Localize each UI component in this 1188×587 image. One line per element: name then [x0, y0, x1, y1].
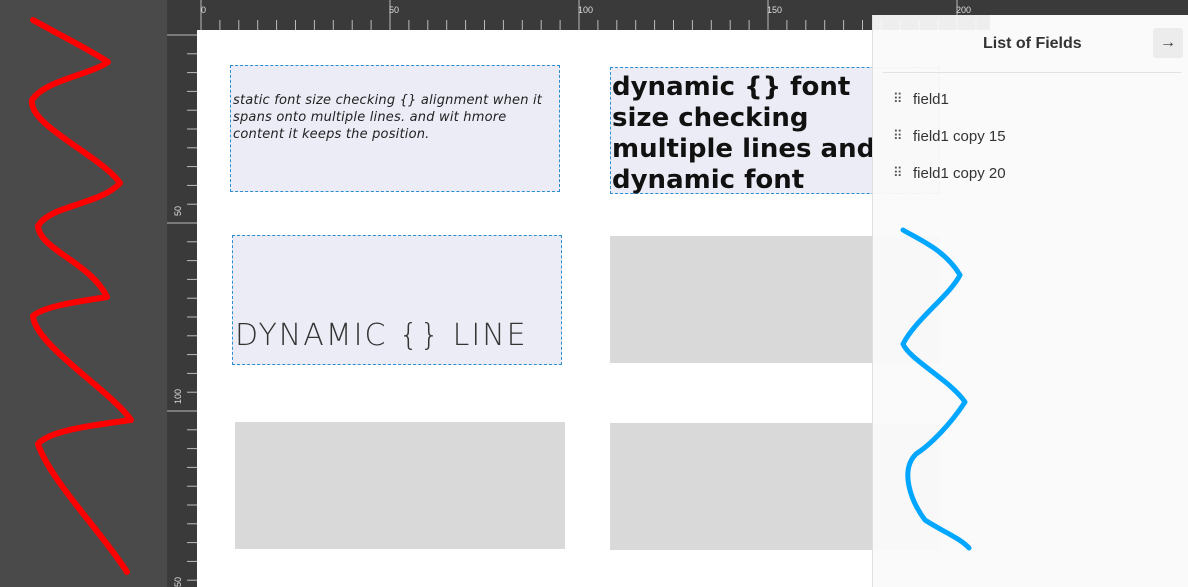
arrow-right-icon: →: [1160, 34, 1176, 51]
field-list-item[interactable]: ⠿ field1: [893, 85, 949, 113]
ruler-corner: [167, 0, 197, 30]
panel-title: List of Fields: [983, 35, 1082, 52]
top-ruler-label: 200: [956, 5, 971, 15]
top-ruler-label: 0: [201, 5, 206, 15]
field-list-item[interactable]: ⠿ field1 copy 15: [893, 122, 1006, 150]
drag-handle-icon[interactable]: ⠿: [893, 165, 913, 181]
fields-panel: List of Fields → ⠿ field1 ⠿ field1 copy …: [872, 15, 1188, 587]
drag-handle-icon[interactable]: ⠿: [893, 128, 913, 144]
dynamic-line-field[interactable]: DYNAMIC {} LINE: [232, 235, 562, 365]
top-ruler-extension: [990, 0, 1188, 15]
field-list-item-label: field1 copy 15: [913, 127, 1006, 145]
left-ruler-label: 50: [173, 206, 183, 216]
dynamic-field-text-content: dynamic {} font size checking multiple l…: [612, 72, 876, 195]
panel-header: List of Fields →: [873, 15, 1188, 73]
collapse-panel-button[interactable]: →: [1153, 28, 1183, 58]
top-ruler-label: 50: [389, 5, 399, 15]
top-ruler-label: 150: [767, 5, 782, 15]
field-list-item-label: field1: [913, 90, 949, 108]
left-ruler: 50 100 50: [167, 30, 197, 587]
static-text-field[interactable]: static font size checking {} alignment w…: [230, 65, 560, 192]
empty-field-placeholder[interactable]: [235, 422, 565, 549]
dynamic-field-text: dynamic {} font size checking multiple l…: [612, 72, 912, 196]
left-ruler-label: 50: [173, 577, 183, 587]
top-ruler-label: 100: [578, 5, 593, 15]
left-gutter: [0, 0, 167, 587]
left-ruler-label: 100: [173, 389, 183, 404]
field-list-item[interactable]: ⠿ field1 copy 20: [893, 159, 1006, 187]
static-field-text: static font size checking {} alignment w…: [233, 93, 543, 142]
left-ruler-ticks: 50 100 50: [167, 34, 197, 587]
drag-handle-icon[interactable]: ⠿: [893, 91, 913, 107]
panel-divider: [883, 72, 1181, 73]
dynamic-line-text: DYNAMIC {} LINE: [235, 318, 528, 353]
field-list-item-label: field1 copy 20: [913, 164, 1006, 182]
